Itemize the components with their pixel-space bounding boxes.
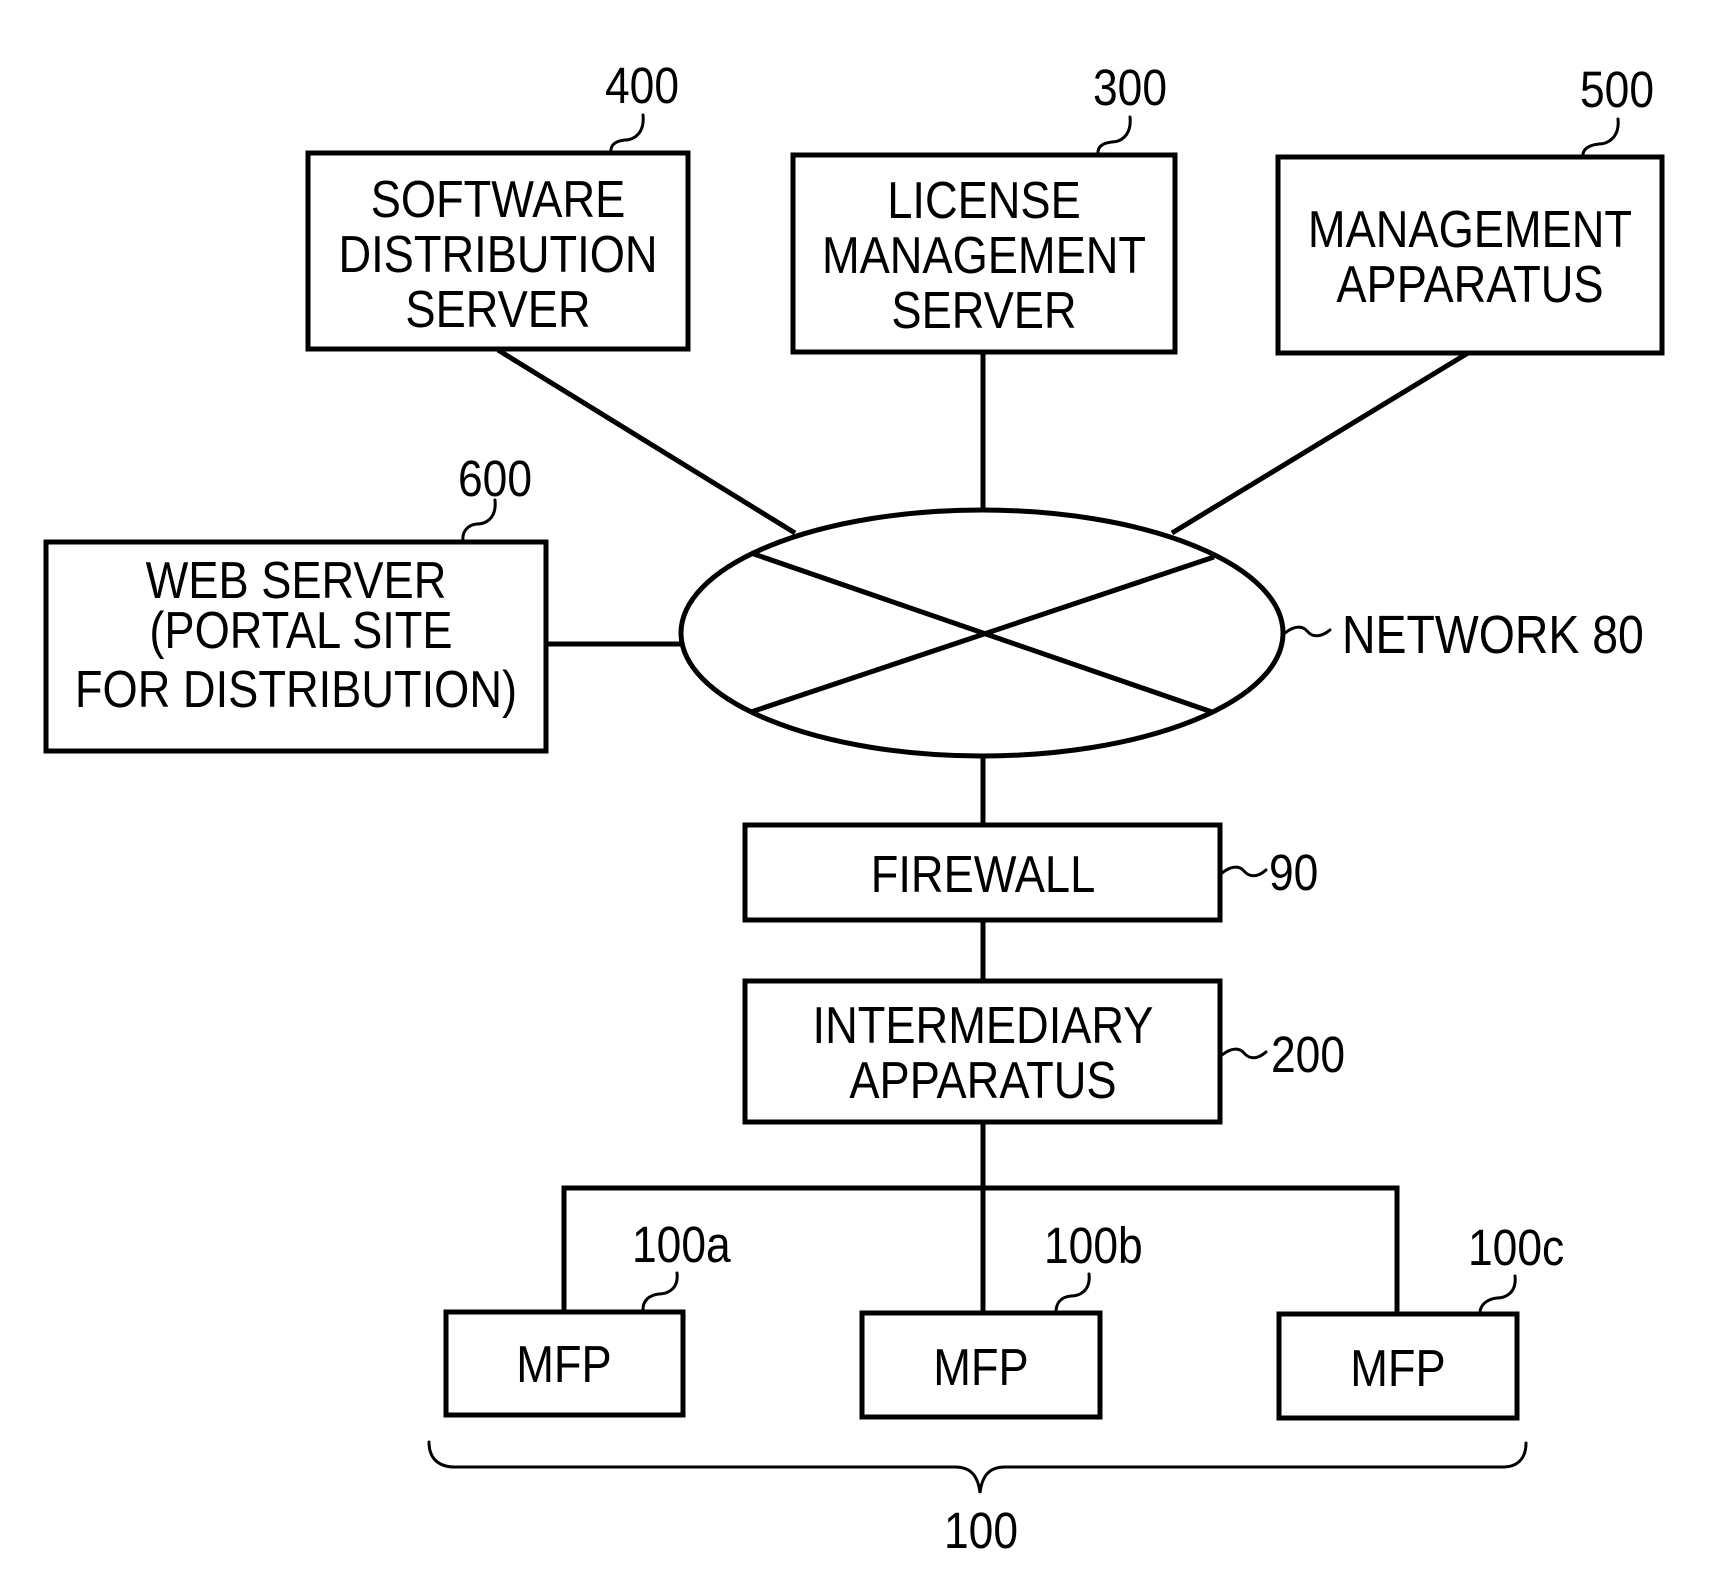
license-management-server-line-2: MANAGEMENT (822, 227, 1146, 285)
web-server-line-1: WEB SERVER (146, 552, 447, 610)
tilde-200 (1220, 1047, 1268, 1060)
leader-100c (1478, 1274, 1517, 1315)
ref-600: 600 (458, 451, 532, 508)
management-apparatus-line-2: APPARATUS (1336, 256, 1603, 314)
software-distribution-server-line-2: DISTRIBUTION (338, 226, 657, 284)
mfp-b-label: MFP (933, 1339, 1028, 1397)
license-management-server-line-3: SERVER (891, 282, 1076, 340)
system-diagram: SOFTWARE DISTRIBUTION SERVER LICENSE MAN… (43, 58, 1665, 1560)
leader-500 (1581, 117, 1620, 159)
tilde-network (1283, 625, 1332, 638)
ref-100a: 100a (632, 1217, 731, 1274)
ref-500: 500 (1580, 62, 1654, 119)
intermediary-apparatus-line-2: APPARATUS (849, 1052, 1116, 1110)
mfp-c-label: MFP (1350, 1340, 1445, 1398)
leader-300 (1096, 115, 1132, 157)
leader-400 (609, 113, 645, 155)
ref-200: 200 (1271, 1027, 1345, 1084)
ref-90: 90 (1269, 845, 1318, 902)
mfp-group-brace (427, 1440, 1528, 1494)
tilde-90 (1220, 865, 1268, 878)
software-distribution-server-line-1: SOFTWARE (371, 171, 626, 229)
edge-management-apparatus-to-network (1170, 350, 1470, 536)
edge-software-distribution-to-network (496, 347, 797, 536)
management-apparatus-line-1: MANAGEMENT (1308, 201, 1632, 259)
network-80 (678, 507, 1286, 759)
leader-100a (641, 1271, 679, 1311)
ref-100b: 100b (1044, 1218, 1143, 1275)
software-distribution-server-line-3: SERVER (405, 281, 590, 339)
ref-400: 400 (605, 58, 679, 115)
license-management-server-line-1: LICENSE (887, 172, 1081, 230)
web-server-line-3: FOR DISTRIBUTION) (75, 661, 517, 719)
ref-100: 100 (944, 1503, 1018, 1560)
leader-100b (1054, 1272, 1091, 1314)
ref-100c: 100c (1468, 1220, 1564, 1277)
intermediary-apparatus-line-1: INTERMEDIARY (813, 997, 1154, 1055)
network-label: NETWORK 80 (1342, 604, 1644, 665)
ref-300: 300 (1093, 60, 1167, 117)
mfp-a-label: MFP (516, 1336, 611, 1394)
firewall-label: FIREWALL (871, 846, 1095, 904)
web-server-line-2: (PORTAL SITE (149, 602, 452, 660)
